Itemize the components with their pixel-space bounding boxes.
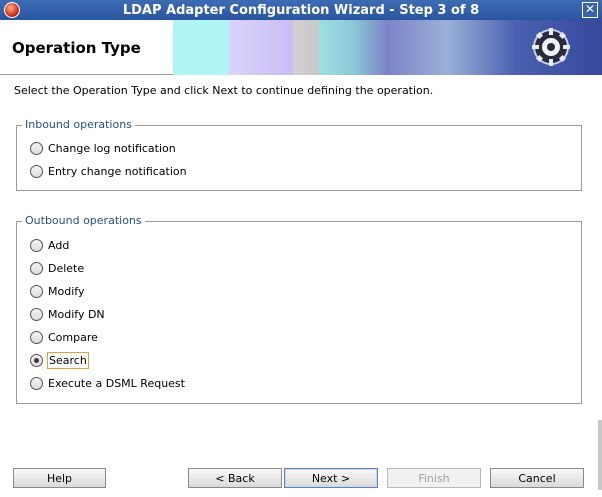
radio-label: Add	[48, 238, 70, 252]
radio-change-log-notification[interactable]: Change log notification	[30, 139, 177, 157]
radio-button[interactable]	[30, 238, 43, 252]
radio-modify-dn[interactable]: Modify DN	[30, 305, 106, 323]
window-title: LDAP Adapter Configuration Wizard - Step…	[122, 2, 480, 18]
radio-button[interactable]	[30, 330, 43, 344]
radio-entry-change-notification[interactable]: Entry change notification	[30, 162, 188, 180]
radio-add[interactable]: Add	[30, 236, 70, 254]
radio-modify[interactable]: Modify	[30, 282, 85, 300]
radio-label: Compare	[48, 330, 98, 344]
next-button[interactable]: Next >	[284, 468, 378, 488]
radio-button[interactable]	[30, 284, 43, 298]
instructions-text: Select the Operation Type and click Next…	[14, 84, 434, 97]
radio-label: Search	[47, 351, 89, 369]
radio-compare[interactable]: Compare	[30, 328, 99, 346]
radio-execute-dsml-request[interactable]: Execute a DSML Request	[30, 374, 186, 392]
wizard-header: Operation Type	[0, 20, 602, 75]
radio-button[interactable]	[30, 376, 43, 390]
radio-label: Modify DN	[48, 307, 105, 321]
radio-button[interactable]	[30, 164, 43, 178]
window-titlebar: LDAP Adapter Configuration Wizard - Step…	[0, 0, 602, 20]
finish-button[interactable]: Finish	[387, 468, 481, 488]
gear-icon	[532, 28, 570, 66]
radio-button[interactable]	[30, 261, 43, 275]
radio-button[interactable]	[30, 307, 43, 321]
outbound-operations-group: Outbound operations Add Delete Modify Mo…	[16, 214, 582, 404]
inbound-group-title: Inbound operations	[22, 118, 135, 131]
cancel-button[interactable]: Cancel	[490, 468, 584, 488]
header-banner	[173, 20, 602, 75]
radio-button-selected[interactable]	[30, 353, 43, 367]
outbound-group-title: Outbound operations	[22, 214, 145, 227]
radio-label: Change log notification	[48, 141, 176, 155]
radio-label: Delete	[48, 261, 85, 275]
inbound-operations-group: Inbound operations Change log notificati…	[16, 118, 582, 191]
radio-label: Execute a DSML Request	[48, 376, 185, 390]
window-edge	[598, 420, 602, 490]
help-button[interactable]: Help	[13, 468, 106, 488]
radio-delete[interactable]: Delete	[30, 259, 85, 277]
radio-search[interactable]: Search	[30, 351, 89, 369]
radio-label: Entry change notification	[48, 164, 187, 178]
back-button[interactable]: < Back	[188, 468, 282, 488]
radio-label: Modify	[48, 284, 85, 298]
close-icon[interactable]: ✕	[582, 2, 598, 18]
page-title: Operation Type	[12, 39, 141, 57]
radio-button[interactable]	[30, 141, 43, 155]
app-icon	[4, 2, 20, 18]
